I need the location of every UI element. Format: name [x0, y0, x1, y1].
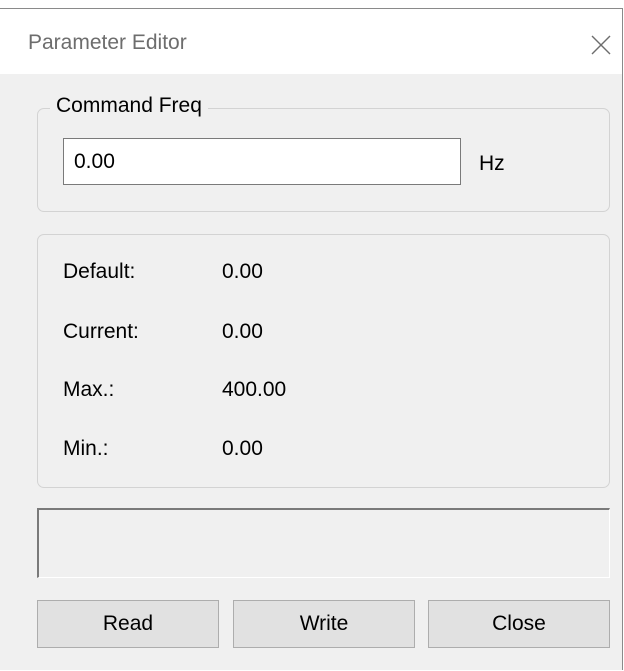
top-strip [0, 0, 623, 8]
default-value: 0.00 [222, 260, 263, 283]
read-button[interactable]: Read [37, 600, 219, 648]
max-label: Max.: [63, 378, 115, 401]
unit-label: Hz [479, 152, 505, 175]
min-label: Min.: [63, 437, 109, 460]
min-value: 0.00 [222, 437, 263, 460]
parameter-editor-dialog: Parameter Editor Command Freq Hz Default… [0, 0, 623, 670]
default-label: Default: [63, 260, 136, 283]
current-label: Current: [63, 320, 139, 343]
max-value: 400.00 [222, 378, 287, 401]
close-button[interactable]: Close [428, 600, 610, 648]
command-freq-legend: Command Freq [50, 94, 208, 118]
status-box [37, 508, 610, 578]
window-title: Parameter Editor [28, 31, 187, 54]
command-freq-input[interactable] [63, 138, 461, 185]
title-bar[interactable]: Parameter Editor [0, 8, 622, 74]
write-button[interactable]: Write [233, 600, 415, 648]
current-value: 0.00 [222, 320, 263, 343]
close-icon[interactable] [588, 32, 614, 58]
